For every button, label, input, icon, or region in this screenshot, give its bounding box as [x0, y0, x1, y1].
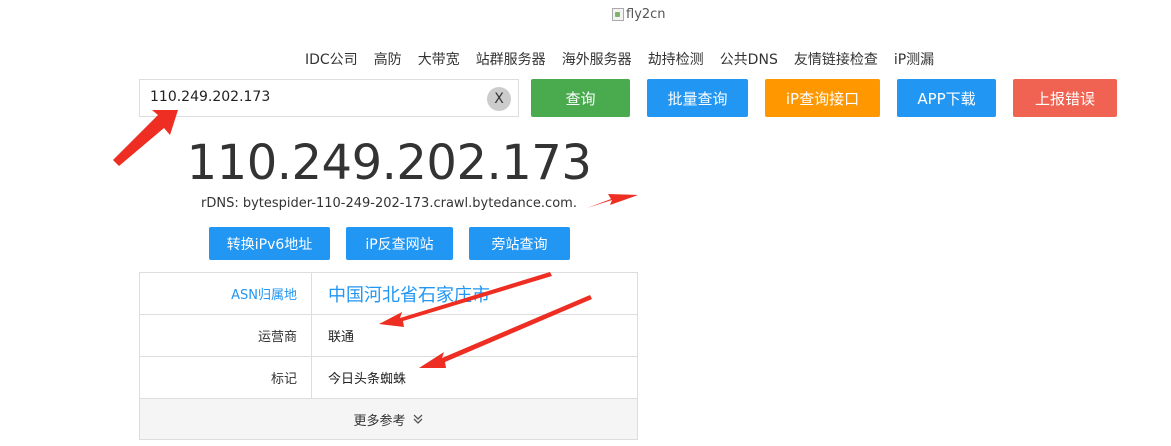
rdns-text: rDNS: bytespider-110-249-202-173.crawl.b…	[201, 196, 577, 211]
nav-item-cluster-server[interactable]: 站群服务器	[476, 49, 546, 69]
more-reference-button[interactable]: 更多参考	[140, 399, 637, 439]
more-reference-label: 更多参考	[353, 413, 406, 429]
nav-item-bandwidth[interactable]: 大带宽	[418, 49, 460, 69]
asn-label[interactable]: ASN归属地	[140, 273, 312, 314]
nav-item-overseas-server[interactable]: 海外服务器	[562, 49, 632, 69]
tag-label: 标记	[140, 357, 312, 398]
top-nav: IDC公司 高防 大带宽 站群服务器 海外服务器 劫持检测 公共DNS 友情链接…	[305, 49, 934, 69]
nav-item-public-dns[interactable]: 公共DNS	[720, 49, 778, 69]
side-site-button[interactable]: 旁站查询	[469, 227, 570, 260]
ip-info-table: ASN归属地 中国河北省石家庄市 运营商 联通 标记 今日头条蜘蛛 更多参考	[139, 272, 638, 440]
result-ip: 110.249.202.173	[186, 135, 592, 191]
ip-api-button[interactable]: iP查询接口	[765, 79, 880, 117]
table-row: 运营商 联通	[140, 315, 637, 357]
nav-item-idc[interactable]: IDC公司	[305, 49, 358, 69]
search-box: X	[139, 79, 519, 117]
tag-value: 今日头条蜘蛛	[328, 372, 407, 387]
query-button[interactable]: 查询	[531, 79, 630, 117]
nav-item-hijack-check[interactable]: 劫持检测	[648, 49, 704, 69]
nav-item-ddos[interactable]: 高防	[374, 49, 402, 69]
app-download-button[interactable]: APP下载	[897, 79, 996, 117]
asn-value[interactable]: 中国河北省石家庄市	[312, 273, 637, 314]
report-error-button[interactable]: 上报错误	[1013, 79, 1117, 117]
convert-ipv6-button[interactable]: 转换iPv6地址	[209, 227, 330, 260]
isp-value: 联通	[328, 330, 355, 345]
table-row: ASN归属地 中国河北省石家庄市	[140, 273, 637, 315]
double-chevron-down-icon	[413, 414, 422, 424]
clear-button[interactable]: X	[487, 87, 511, 111]
logo-alt-text: fly2cn	[626, 7, 666, 22]
isp-label: 运营商	[140, 315, 312, 356]
nav-item-ip-leak[interactable]: iP测漏	[894, 49, 934, 69]
broken-image-icon	[612, 8, 624, 21]
logo: fly2cn	[612, 7, 666, 22]
reverse-ip-button[interactable]: iP反查网站	[346, 227, 453, 260]
ip-search-input[interactable]	[150, 89, 470, 105]
table-row: 标记 今日头条蜘蛛	[140, 357, 637, 399]
nav-item-link-check[interactable]: 友情链接检查	[794, 49, 878, 69]
batch-query-button[interactable]: 批量查询	[647, 79, 748, 117]
